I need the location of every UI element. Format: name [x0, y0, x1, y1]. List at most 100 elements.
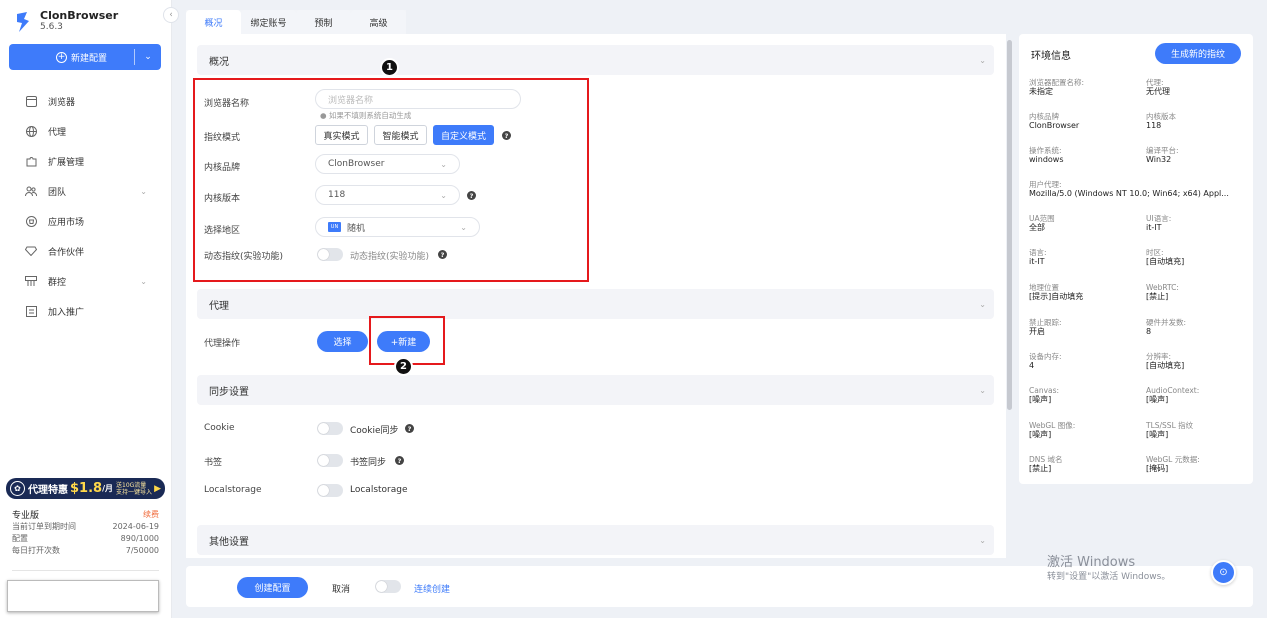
env-key: 硬件并发数:: [1146, 318, 1187, 327]
env-key: 代理:: [1146, 78, 1164, 87]
env-key: 编译平台:: [1146, 146, 1179, 155]
env-item: WebGL 元数据: [掩码]: [1146, 455, 1256, 474]
sidebar-item-label: 浏览器: [48, 97, 76, 108]
env-value: windows: [1029, 155, 1064, 164]
promo-price: $1.8: [70, 481, 103, 496]
section-header-other[interactable]: 其他设置 ⌄: [197, 525, 994, 555]
env-item: UA范围 全部: [1029, 214, 1139, 233]
env-item: UI语言: it-IT: [1146, 214, 1256, 233]
bookmark-sync-label: 书签同步: [350, 458, 387, 468]
generate-fingerprint-button[interactable]: 生成新的指纹: [1155, 43, 1241, 64]
plan-row: 每日打开次数 7/50000: [12, 544, 159, 556]
env-value: Win32: [1146, 155, 1172, 164]
app-name: ClonBrowser: [40, 9, 119, 22]
clonbrowser-logo-icon: [17, 11, 29, 32]
sidebar-item-team[interactable]: 团队 ⌄: [0, 176, 171, 206]
promo-details: 送10G流量 支持一键导入: [116, 482, 152, 496]
sidebar-item-proxy[interactable]: 代理: [0, 116, 171, 146]
env-value: [噪声]: [1146, 395, 1169, 404]
sidebar-item-extensions[interactable]: 扩展管理: [0, 146, 171, 176]
env-item: 浏览器配置名称: 未指定: [1029, 78, 1139, 97]
env-item: 时区: [自动填充]: [1146, 248, 1256, 267]
tab-preset[interactable]: 预制: [296, 10, 351, 34]
annotation-badge-1: 1: [380, 58, 399, 77]
cookie-label: Cookie: [204, 423, 235, 433]
env-key: UI语言:: [1146, 214, 1172, 223]
tab-bind-account[interactable]: 绑定账号: [241, 10, 296, 34]
watermark-line1: 激活 Windows: [1047, 555, 1136, 570]
env-item: 禁止跟踪: 开启: [1029, 318, 1139, 337]
env-value: Mozilla/5.0 (Windows NT 10.0; Win64; x64…: [1029, 189, 1229, 198]
promo-unit: /月: [102, 484, 113, 493]
env-value: 4: [1029, 361, 1035, 370]
env-value: 118: [1146, 121, 1162, 130]
bookmark-sync-toggle[interactable]: [317, 454, 343, 467]
env-value: 8: [1146, 327, 1152, 336]
renew-link[interactable]: 续费: [143, 509, 159, 520]
sidebar-item-promote[interactable]: 加入推广: [0, 296, 171, 326]
sidebar-item-label: 团队: [48, 187, 67, 198]
env-item: 内核品牌 ClonBrowser: [1029, 112, 1139, 131]
proxy-select-button[interactable]: 选择: [317, 331, 368, 352]
proxy-promo-banner[interactable]: ✿ 代理特惠 $1.8 /月 送10G流量 支持一键导入 ▶: [6, 478, 165, 499]
env-item: 操作系统: windows: [1029, 146, 1139, 165]
puzzle-icon: [24, 154, 38, 168]
localstorage-sync-toggle[interactable]: [317, 484, 343, 497]
cookie-sync-toggle[interactable]: [317, 422, 343, 435]
help-icon[interactable]: ?: [405, 424, 414, 433]
env-item: 用户代理: Mozilla/5.0 (Windows NT 10.0; Win64…: [1029, 180, 1243, 199]
section-header-proxy[interactable]: 代理 ⌄: [197, 289, 994, 319]
form-scrollbar[interactable]: [1007, 40, 1012, 410]
tab-overview[interactable]: 概况: [186, 10, 241, 34]
sidebar-item-browser[interactable]: 浏览器: [0, 86, 171, 116]
env-key: 时区:: [1146, 248, 1164, 257]
env-key: TLS/SSL 指纹: [1146, 421, 1194, 430]
help-icon[interactable]: ?: [395, 456, 404, 465]
cancel-button[interactable]: 取消: [332, 582, 350, 595]
section-header-sync[interactable]: 同步设置 ⌄: [197, 375, 994, 405]
env-item: 代理: 无代理: [1146, 78, 1256, 97]
plan-row-value: 890/1000: [120, 533, 159, 543]
sidebar-item-label: 加入推广: [48, 307, 85, 318]
env-key: 内核版本: [1146, 112, 1176, 121]
tab-advanced[interactable]: 高级: [351, 10, 406, 34]
promo-line2: 支持一键导入: [116, 488, 153, 496]
sidebar-item-label: 代理: [48, 127, 67, 138]
section-header-overview[interactable]: 概况 ⌄: [197, 45, 994, 75]
sidebar-item-partners[interactable]: 合作伙伴: [0, 236, 171, 266]
environment-info-panel: 环境信息 生成新的指纹 浏览器配置名称: 未指定 代理: 无代理 内核品牌 ClonB…: [1019, 34, 1253, 484]
new-config-label: 新建配置: [70, 53, 107, 64]
env-item: TLS/SSL 指纹 [噪声]: [1146, 421, 1256, 440]
create-config-button[interactable]: 创建配置: [237, 577, 308, 598]
env-item: 编译平台: Win32: [1146, 146, 1256, 165]
section-title: 代理: [209, 300, 229, 312]
env-key: Canvas:: [1029, 386, 1060, 395]
env-key: WebGL 图像:: [1029, 421, 1076, 430]
env-key: UA范围: [1029, 214, 1055, 223]
continuous-create-toggle[interactable]: [375, 580, 401, 593]
group-control-icon: [24, 274, 38, 288]
env-item: 设备内存: 4: [1029, 352, 1139, 371]
sidebar-item-app-store[interactable]: 应用市场: [0, 206, 171, 236]
annotation-highlight-box: [193, 78, 589, 282]
sidebar-collapse-chevron-left-icon[interactable]: ‹: [163, 7, 179, 23]
new-config-button[interactable]: + 新建配置 ⌄: [9, 44, 161, 70]
env-item: 分辨率: [自动填充]: [1146, 352, 1256, 371]
env-value: 未指定: [1029, 87, 1053, 96]
browser-icon: [24, 94, 38, 108]
env-key: 分辨率:: [1146, 352, 1172, 361]
new-config-dropdown-chevron-down-icon[interactable]: ⌄: [135, 52, 161, 62]
plan-title: 专业版: [12, 510, 40, 521]
env-value: 开启: [1029, 327, 1045, 336]
env-title: 环境信息: [1031, 51, 1071, 62]
sidebar-item-label: 合作伙伴: [48, 247, 85, 258]
new-config-main[interactable]: + 新建配置: [9, 51, 134, 64]
sidebar-item-label: 扩展管理: [48, 157, 85, 168]
support-chat-icon[interactable]: ⊙: [1211, 560, 1236, 585]
sidebar-item-group-control[interactable]: 群控 ⌄: [0, 266, 171, 296]
env-value: [自动填充]: [1146, 257, 1185, 266]
plus-circle-icon: +: [55, 51, 67, 63]
chevron-down-icon: ⌄: [979, 55, 986, 65]
env-value: [噪声]: [1029, 395, 1052, 404]
env-key: 禁止跟踪:: [1029, 318, 1062, 327]
